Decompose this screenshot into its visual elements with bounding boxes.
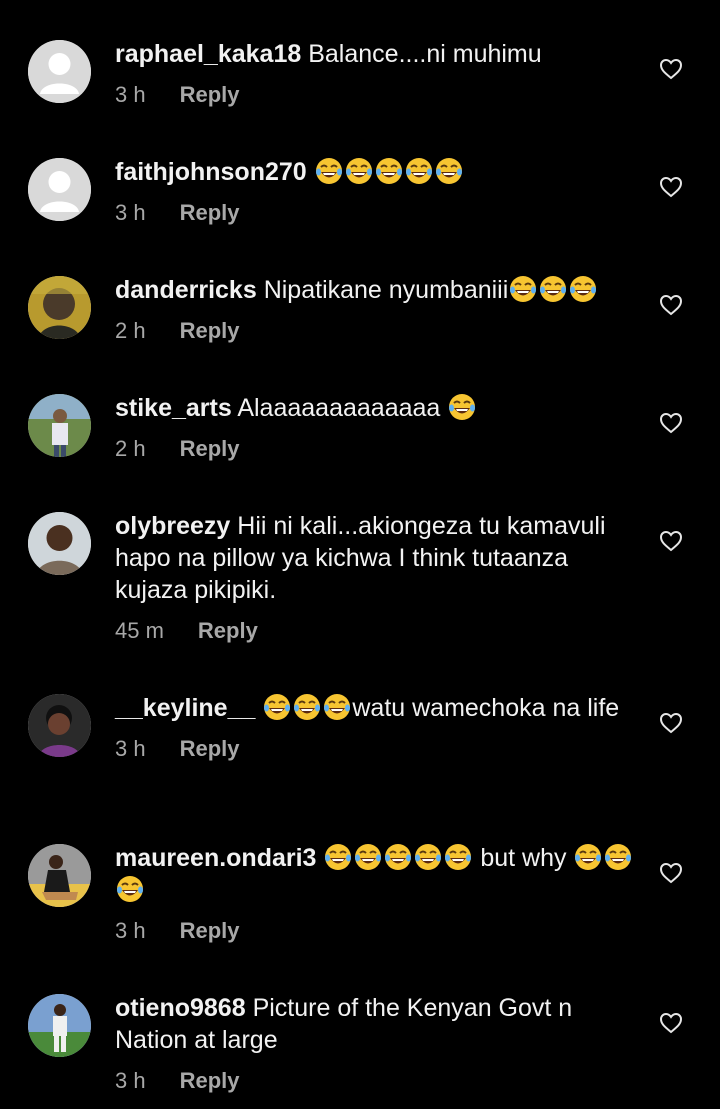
reply-button[interactable]: Reply bbox=[180, 200, 240, 226]
heart-icon[interactable] bbox=[659, 58, 683, 80]
emoji-group bbox=[262, 694, 352, 722]
comment-body: Nipatikane nyumbaniii bbox=[263, 276, 509, 304]
laughing-emoji-icon bbox=[315, 158, 342, 184]
comment-time: 3 h bbox=[115, 1068, 146, 1093]
comment-time: 3 h bbox=[115, 736, 146, 761]
comment-body: but why bbox=[473, 844, 574, 872]
laughing-emoji-icon bbox=[540, 276, 567, 302]
username[interactable]: faithjohnson270 bbox=[115, 158, 307, 186]
comment-time: 2 h bbox=[115, 318, 146, 343]
comment-text: raphael_kaka18 Balance....ni muhimu bbox=[115, 38, 640, 70]
username[interactable]: __keyline__ bbox=[115, 694, 255, 722]
reply-button[interactable]: Reply bbox=[180, 736, 240, 762]
laughing-emoji-icon bbox=[445, 844, 472, 870]
reply-button[interactable]: Reply bbox=[180, 82, 240, 108]
laughing-emoji-icon bbox=[449, 394, 476, 420]
laughing-emoji-icon bbox=[575, 844, 602, 870]
laughing-emoji-icon bbox=[405, 158, 432, 184]
emoji-group bbox=[508, 276, 598, 304]
reply-button[interactable]: Reply bbox=[180, 318, 240, 344]
laughing-emoji-icon bbox=[345, 158, 372, 184]
comment-body: Alaaaaaaaaaaaaa bbox=[237, 394, 441, 422]
comment-text: faithjohnson270 bbox=[115, 156, 640, 188]
avatar[interactable] bbox=[28, 276, 91, 339]
reply-button[interactable]: Reply bbox=[198, 618, 258, 644]
laughing-emoji-icon bbox=[385, 844, 412, 870]
avatar[interactable] bbox=[28, 512, 91, 575]
laughing-emoji-icon bbox=[294, 694, 321, 720]
emoji-group bbox=[447, 394, 477, 422]
username[interactable]: raphael_kaka18 bbox=[115, 40, 301, 68]
heart-icon[interactable] bbox=[659, 1012, 683, 1034]
username[interactable]: olybreezy bbox=[115, 512, 230, 540]
laughing-emoji-icon bbox=[325, 844, 352, 870]
avatar[interactable] bbox=[28, 994, 91, 1057]
laughing-emoji-icon bbox=[375, 158, 402, 184]
comment-text: maureen.ondari3 but why bbox=[115, 842, 640, 906]
username[interactable]: danderricks bbox=[115, 276, 257, 304]
avatar[interactable] bbox=[28, 40, 91, 103]
comment-time: 3 h bbox=[115, 918, 146, 943]
laughing-emoji-icon bbox=[355, 844, 382, 870]
username[interactable]: stike_arts bbox=[115, 394, 232, 422]
comment-text: danderricks Nipatikane nyumbaniii bbox=[115, 274, 640, 306]
heart-icon[interactable] bbox=[659, 176, 683, 198]
username[interactable]: maureen.ondari3 bbox=[115, 844, 316, 872]
heart-icon[interactable] bbox=[659, 294, 683, 316]
comment-time: 3 h bbox=[115, 200, 146, 225]
laughing-emoji-icon bbox=[415, 844, 442, 870]
heart-icon[interactable] bbox=[659, 530, 683, 552]
reply-button[interactable]: Reply bbox=[180, 1068, 240, 1094]
comment-text: __keyline__ watu wamechoka na life bbox=[115, 692, 640, 724]
avatar[interactable] bbox=[28, 158, 91, 221]
comment-body: watu wamechoka na life bbox=[352, 694, 620, 722]
heart-icon[interactable] bbox=[659, 862, 683, 884]
laughing-emoji-icon bbox=[570, 276, 597, 302]
laughing-emoji-icon bbox=[324, 694, 351, 720]
avatar[interactable] bbox=[28, 394, 91, 457]
laughing-emoji-icon bbox=[510, 276, 537, 302]
avatar[interactable] bbox=[28, 694, 91, 757]
comment-body: Balance....ni muhimu bbox=[308, 40, 542, 68]
comment-text: stike_arts Alaaaaaaaaaaaaa bbox=[115, 392, 640, 424]
laughing-emoji-icon bbox=[264, 694, 291, 720]
comment-time: 2 h bbox=[115, 436, 146, 461]
heart-icon[interactable] bbox=[659, 412, 683, 434]
laughing-emoji-icon bbox=[605, 844, 632, 870]
emoji-group bbox=[314, 158, 464, 186]
reply-button[interactable]: Reply bbox=[180, 918, 240, 944]
username[interactable]: otieno9868 bbox=[115, 994, 246, 1022]
comment-time: 3 h bbox=[115, 82, 146, 107]
comment-text: otieno9868 Picture of the Kenyan Govt n … bbox=[115, 992, 640, 1056]
comment-text: olybreezy Hii ni kali...akiongeza tu kam… bbox=[115, 510, 640, 606]
avatar[interactable] bbox=[28, 844, 91, 907]
laughing-emoji-icon bbox=[435, 158, 462, 184]
comment-time: 45 m bbox=[115, 618, 164, 643]
heart-icon[interactable] bbox=[659, 712, 683, 734]
reply-button[interactable]: Reply bbox=[180, 436, 240, 462]
laughing-emoji-icon bbox=[117, 876, 143, 902]
